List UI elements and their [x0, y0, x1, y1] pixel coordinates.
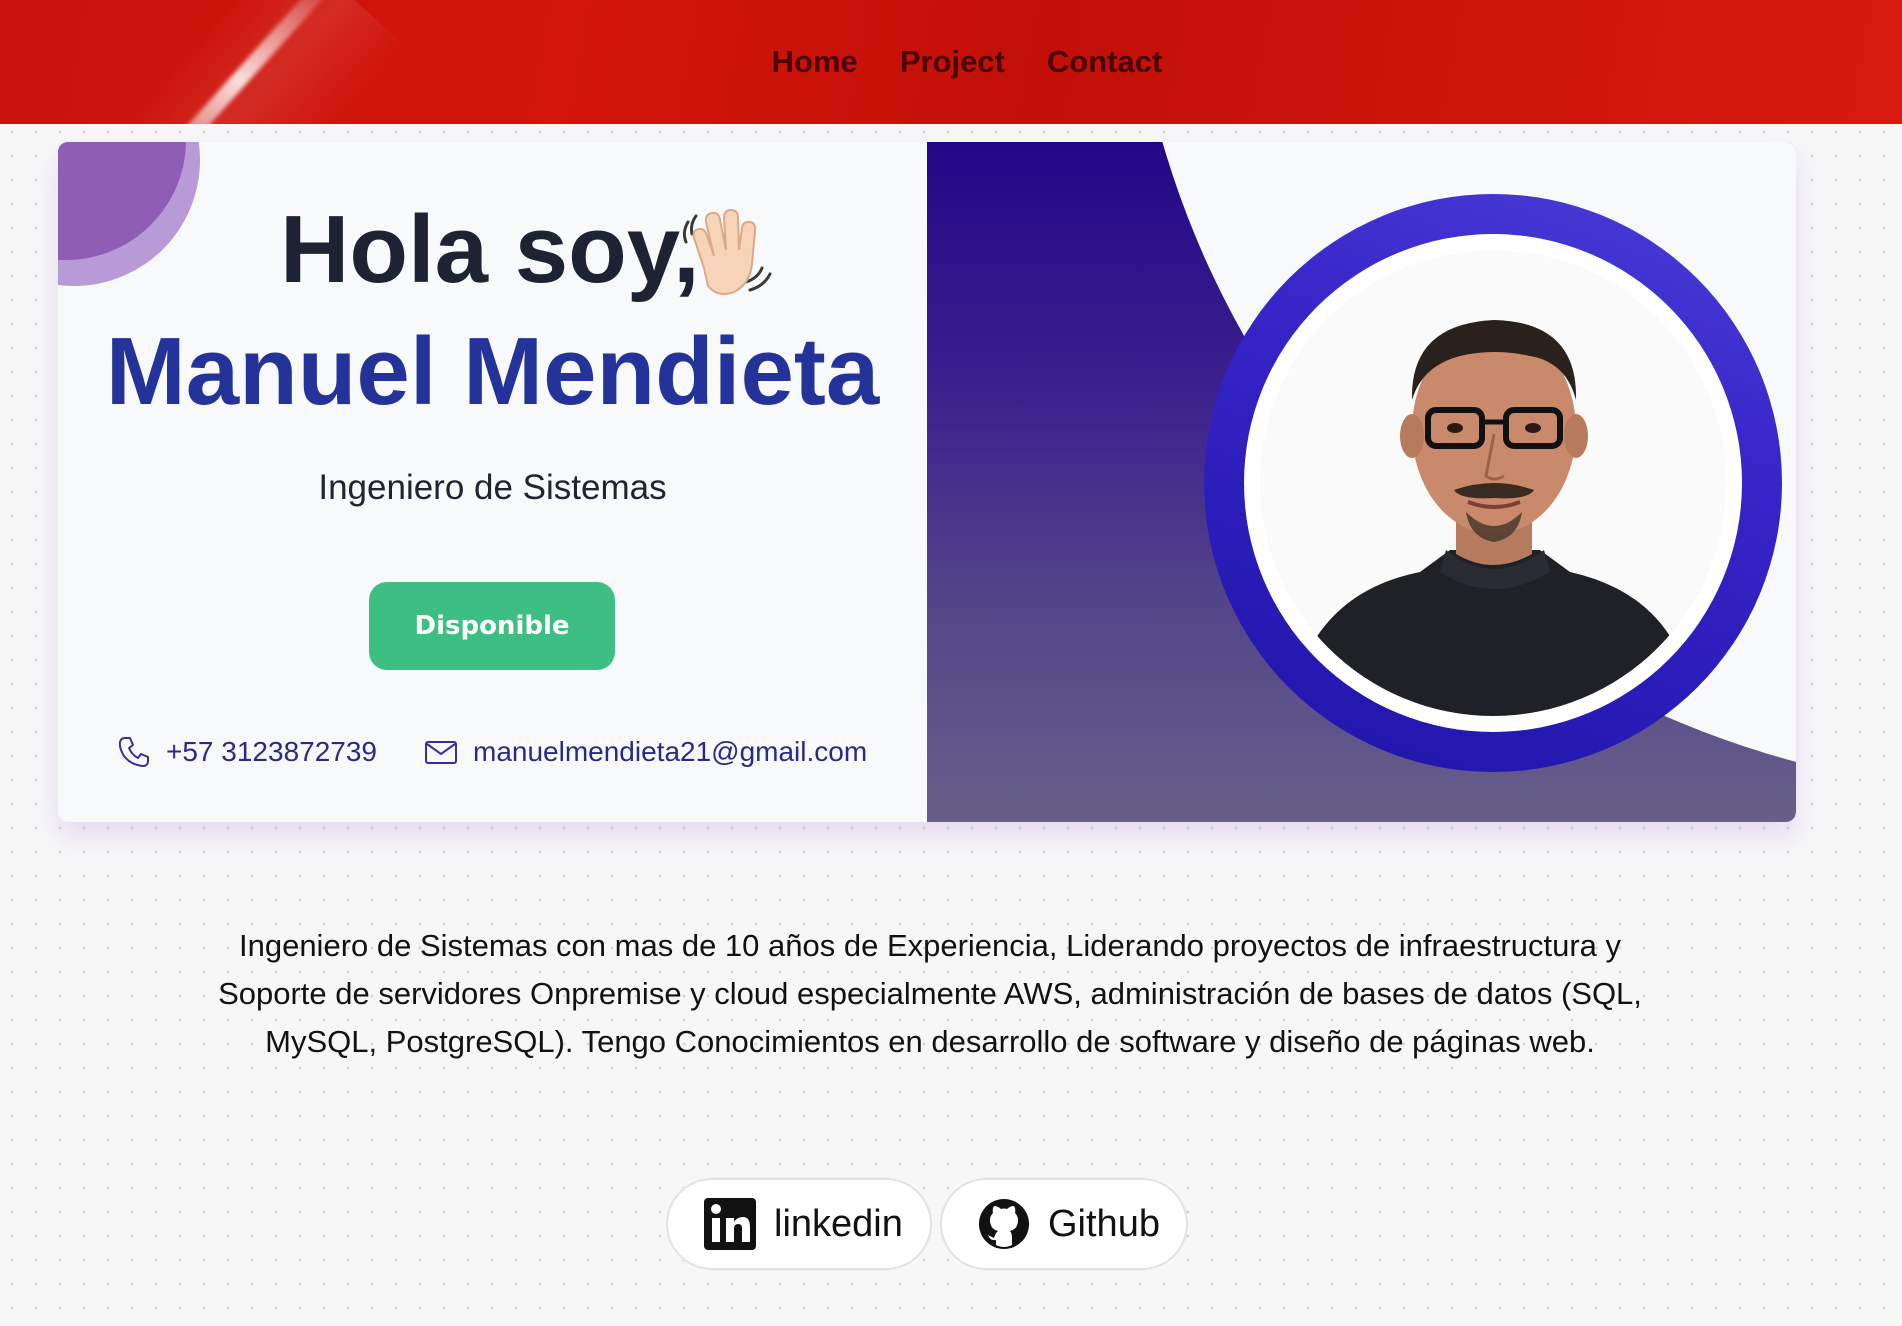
linkedin-icon — [704, 1198, 756, 1250]
hero-greeting: Hola soy, — [280, 196, 700, 303]
available-button[interactable]: Disponible — [369, 582, 615, 670]
waving-hand-icon — [666, 198, 776, 308]
github-button[interactable]: Github — [940, 1178, 1188, 1270]
avatar — [1260, 250, 1726, 716]
nav-link-project[interactable]: Project — [900, 44, 1005, 80]
email-link[interactable]: manuelmendieta21@gmail.com — [423, 734, 867, 770]
hero-role: Ingeniero de Sistemas — [318, 468, 667, 507]
phone-icon — [118, 737, 149, 767]
nav-links: Home Project Contact — [0, 0, 1902, 124]
phone-number: +57 3123872739 — [166, 736, 377, 767]
linkedin-label: linkedin — [774, 1202, 903, 1245]
linkedin-button[interactable]: linkedin — [666, 1178, 932, 1270]
hero-name: Manuel Mendieta — [105, 318, 880, 425]
phone-link[interactable]: +57 3123872739 — [116, 734, 377, 770]
top-navbar: Home Project Contact — [0, 0, 1902, 124]
hero-card: Hola soy, Manuel Mendieta Ingeniero de S… — [58, 142, 1796, 822]
github-label: Github — [1048, 1202, 1160, 1245]
about-text: Ingeniero de Sistemas con mas de 10 años… — [218, 928, 1642, 1059]
github-icon — [979, 1199, 1029, 1249]
nav-link-contact[interactable]: Contact — [1047, 44, 1162, 80]
mail-icon — [425, 741, 457, 764]
email-address: manuelmendieta21@gmail.com — [473, 736, 868, 767]
nav-link-home[interactable]: Home — [772, 44, 858, 80]
